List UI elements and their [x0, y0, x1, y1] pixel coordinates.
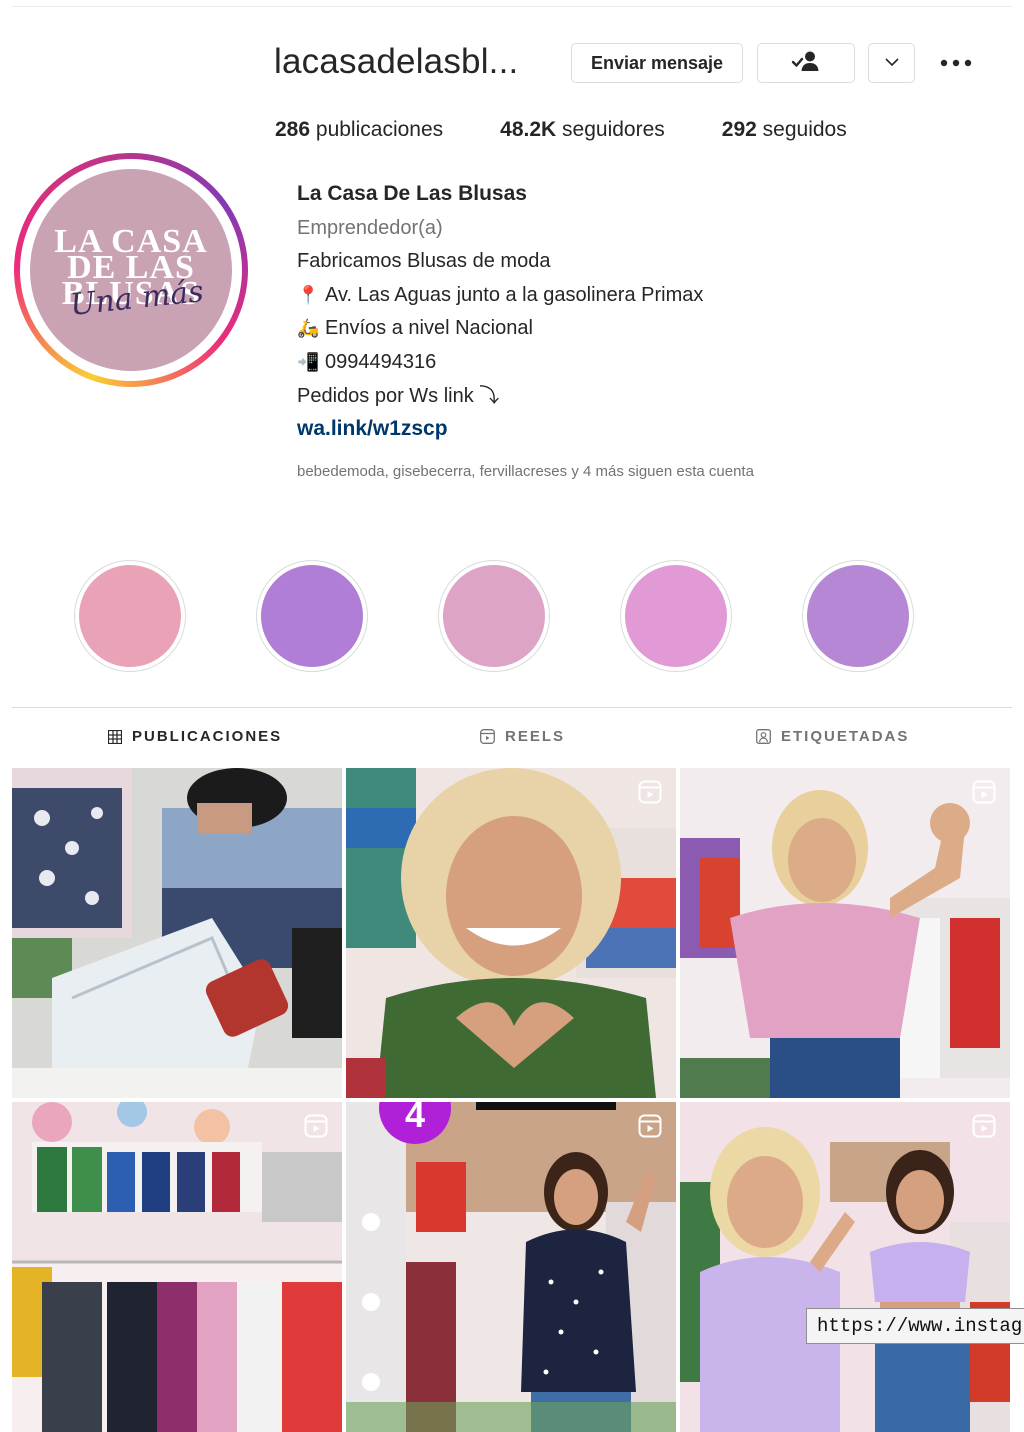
reel-indicator-icon: [304, 1114, 328, 1143]
highlight-item[interactable]: [438, 560, 550, 672]
category-label: Emprendedor(a): [297, 216, 443, 239]
more-options-icon[interactable]: [936, 48, 976, 78]
highlight-cover: [443, 565, 545, 667]
tab-publicaciones[interactable]: PUBLICACIONES: [108, 728, 282, 745]
posts-count: 286 publicaciones: [275, 118, 444, 141]
tagged-icon: [756, 729, 771, 744]
tab-label: ETIQUETADAS: [781, 728, 910, 745]
bio-link[interactable]: wa.link/w1zscp: [297, 415, 937, 449]
scooter-icon: 🛵: [297, 318, 320, 339]
post-thumbnail[interactable]: [680, 1102, 1010, 1432]
following-button[interactable]: [757, 43, 855, 83]
followed-by-text[interactable]: bebedemoda, gisebecerra, fervillacreses …: [297, 463, 754, 480]
top-border: [12, 6, 1012, 7]
highlight-cover: [807, 565, 909, 667]
reel-indicator-icon: [638, 1114, 662, 1143]
profile-avatar-ring[interactable]: LA CASA DE LAS BLUSAS Una más: [14, 153, 248, 387]
bio-orders: Pedidos por Ws link ⤵: [297, 384, 500, 407]
highlight-item[interactable]: [74, 560, 186, 672]
highlight-item[interactable]: [620, 560, 732, 672]
display-name: La Casa De Las Blusas: [297, 182, 527, 205]
profile-bio: La Casa De Las Blusas Emprendedor(a) Fab…: [297, 180, 937, 449]
person-check-icon: [791, 50, 821, 77]
profile-username: lacasadelasbl...: [274, 42, 519, 81]
post-thumbnail[interactable]: 4: [346, 1102, 676, 1432]
phone-icon: 📲: [297, 351, 320, 372]
bio-delivery: 🛵 Envíos a nivel Nacional: [297, 314, 937, 348]
avatar: LA CASA DE LAS BLUSAS Una más: [30, 169, 232, 371]
send-message-button[interactable]: Enviar mensaje: [571, 43, 743, 83]
bio-address: 📍 Av. Las Aguas junto a la gasolinera Pri…: [297, 281, 937, 315]
highlight-item[interactable]: [256, 560, 368, 672]
reel-indicator-icon: [972, 780, 996, 809]
tab-reels[interactable]: REELS: [480, 728, 565, 745]
bio-phone: 📲 0994494316: [297, 348, 937, 382]
pin-icon: 📍: [297, 284, 320, 305]
highlight-cover: [625, 565, 727, 667]
highlight-item[interactable]: [802, 560, 914, 672]
tab-etiquetadas[interactable]: ETIQUETADAS: [756, 728, 909, 745]
chevron-down-icon: [884, 54, 899, 72]
reel-indicator-icon: [638, 780, 662, 809]
post-thumbnail[interactable]: [346, 768, 676, 1098]
tab-label: PUBLICACIONES: [132, 728, 283, 745]
link-tooltip: https://www.instagram: [806, 1308, 1024, 1344]
reels-icon: [480, 729, 495, 744]
post-thumbnail[interactable]: [12, 768, 342, 1098]
suggestions-dropdown-button[interactable]: [868, 43, 915, 83]
post-thumbnail[interactable]: [12, 1102, 342, 1432]
profile-stats: 286 publicaciones 48.2K seguidores 292 s…: [275, 118, 904, 142]
tab-label: REELS: [505, 728, 566, 745]
bio-line: Fabricamos Blusas de moda: [297, 250, 551, 273]
highlight-cover: [261, 565, 363, 667]
grid-icon: [108, 729, 122, 744]
story-highlights: [74, 560, 984, 672]
highlight-cover: [79, 565, 181, 667]
tabs-divider: [12, 707, 1012, 708]
post-thumbnail[interactable]: [680, 768, 1010, 1098]
following-count[interactable]: 292 seguidos: [722, 118, 847, 142]
followers-count[interactable]: 48.2K seguidores: [500, 118, 665, 142]
reel-indicator-icon: [972, 1114, 996, 1143]
